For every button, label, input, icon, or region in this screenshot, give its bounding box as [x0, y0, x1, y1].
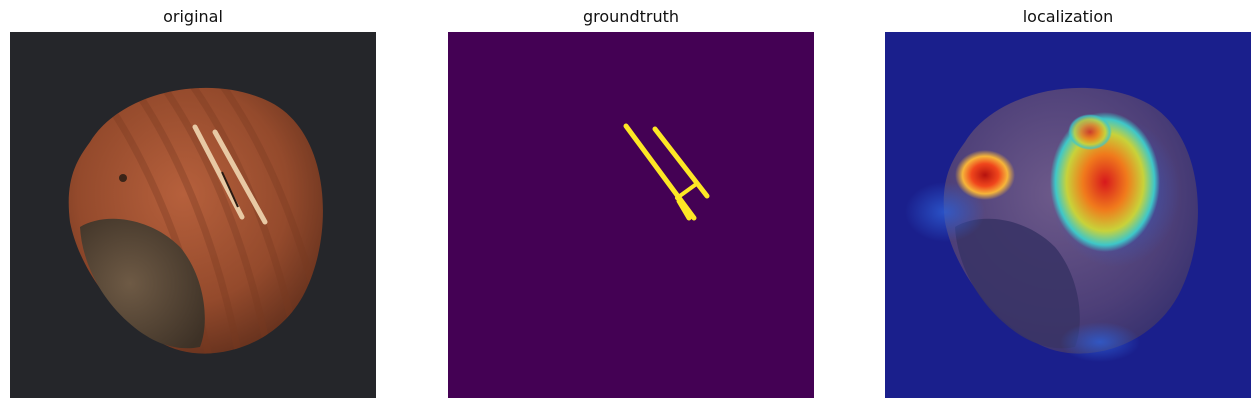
panel-groundtruth: groundtruth [448, 0, 814, 407]
groundtruth-mask [448, 32, 814, 398]
panel-localization: localization [885, 0, 1251, 407]
panel-title-original: original [163, 7, 223, 26]
panel-title-groundtruth: groundtruth [582, 7, 679, 26]
original-image [10, 32, 376, 398]
panel-original: original [10, 0, 376, 407]
panel-title-localization: localization [1022, 7, 1114, 26]
localization-heatmap [885, 32, 1251, 398]
